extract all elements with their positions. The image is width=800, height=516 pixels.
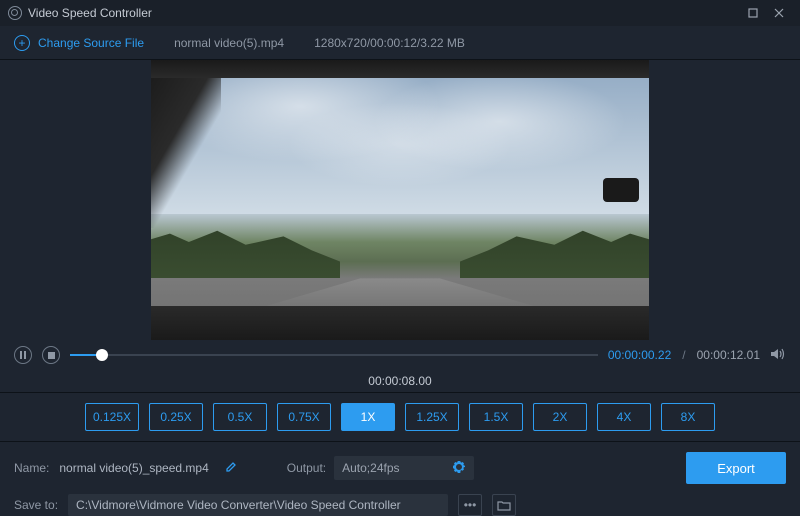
- speed-option-1.5x[interactable]: 1.5X: [469, 403, 523, 431]
- source-metadata: 1280x720/00:00:12/3.22 MB: [314, 36, 465, 50]
- change-source-label: Change Source File: [38, 36, 144, 50]
- speed-option-0.75x[interactable]: 0.75X: [277, 403, 331, 431]
- speed-option-1x[interactable]: 1X: [341, 403, 395, 431]
- edit-name-button[interactable]: [225, 461, 237, 476]
- titlebar: Video Speed Controller: [0, 0, 800, 26]
- speed-selector: 0.125X 0.25X 0.5X 0.75X 1X 1.25X 1.5X 2X 4X 8X: [0, 392, 800, 442]
- playback-controls: 00:00:00.22 / 00:00:12.01: [0, 340, 800, 370]
- app-logo-icon: [8, 6, 22, 20]
- speed-option-0.125x[interactable]: 0.125X: [85, 403, 139, 431]
- plus-icon: +: [14, 35, 30, 51]
- save-path-value: C:\Vidmore\Vidmore Video Converter\Video…: [76, 498, 401, 512]
- change-source-button[interactable]: + Change Source File: [14, 35, 144, 51]
- export-button[interactable]: Export: [686, 452, 786, 484]
- browse-button[interactable]: •••: [458, 494, 482, 516]
- name-label: Name:: [14, 461, 49, 475]
- footer: Name: normal video(5)_speed.mp4 Output: …: [0, 442, 800, 516]
- video-preview[interactable]: [151, 60, 649, 340]
- time-total: 00:00:12.01: [697, 348, 760, 362]
- time-current: 00:00:00.22: [608, 348, 671, 362]
- maximize-button[interactable]: [740, 3, 766, 23]
- speed-option-4x[interactable]: 4X: [597, 403, 651, 431]
- time-separator: /: [682, 348, 685, 362]
- output-label: Output:: [287, 461, 326, 475]
- name-value: normal video(5)_speed.mp4: [59, 461, 208, 475]
- output-value: Auto;24fps: [342, 461, 399, 475]
- export-label: Export: [717, 461, 755, 476]
- seek-slider[interactable]: [70, 354, 598, 356]
- window-title: Video Speed Controller: [28, 6, 152, 20]
- speed-option-1.25x[interactable]: 1.25X: [405, 403, 459, 431]
- seek-thumb[interactable]: [96, 349, 108, 361]
- pause-button[interactable]: [14, 346, 32, 364]
- speed-option-0.25x[interactable]: 0.25X: [149, 403, 203, 431]
- source-filename: normal video(5).mp4: [174, 36, 284, 50]
- speed-option-8x[interactable]: 8X: [661, 403, 715, 431]
- speed-option-2x[interactable]: 2X: [533, 403, 587, 431]
- stop-button[interactable]: [42, 346, 60, 364]
- preview-area: [0, 60, 800, 340]
- close-button[interactable]: [766, 3, 792, 23]
- speed-option-0.5x[interactable]: 0.5X: [213, 403, 267, 431]
- volume-button[interactable]: [770, 347, 786, 364]
- source-bar: + Change Source File normal video(5).mp4…: [0, 26, 800, 60]
- output-format-select[interactable]: Auto;24fps: [334, 456, 474, 480]
- gear-icon[interactable]: [452, 460, 466, 477]
- save-path-field[interactable]: C:\Vidmore\Vidmore Video Converter\Video…: [68, 494, 448, 516]
- open-folder-button[interactable]: [492, 494, 516, 516]
- center-timecode: 00:00:08.00: [0, 370, 800, 392]
- save-to-label: Save to:: [14, 498, 58, 512]
